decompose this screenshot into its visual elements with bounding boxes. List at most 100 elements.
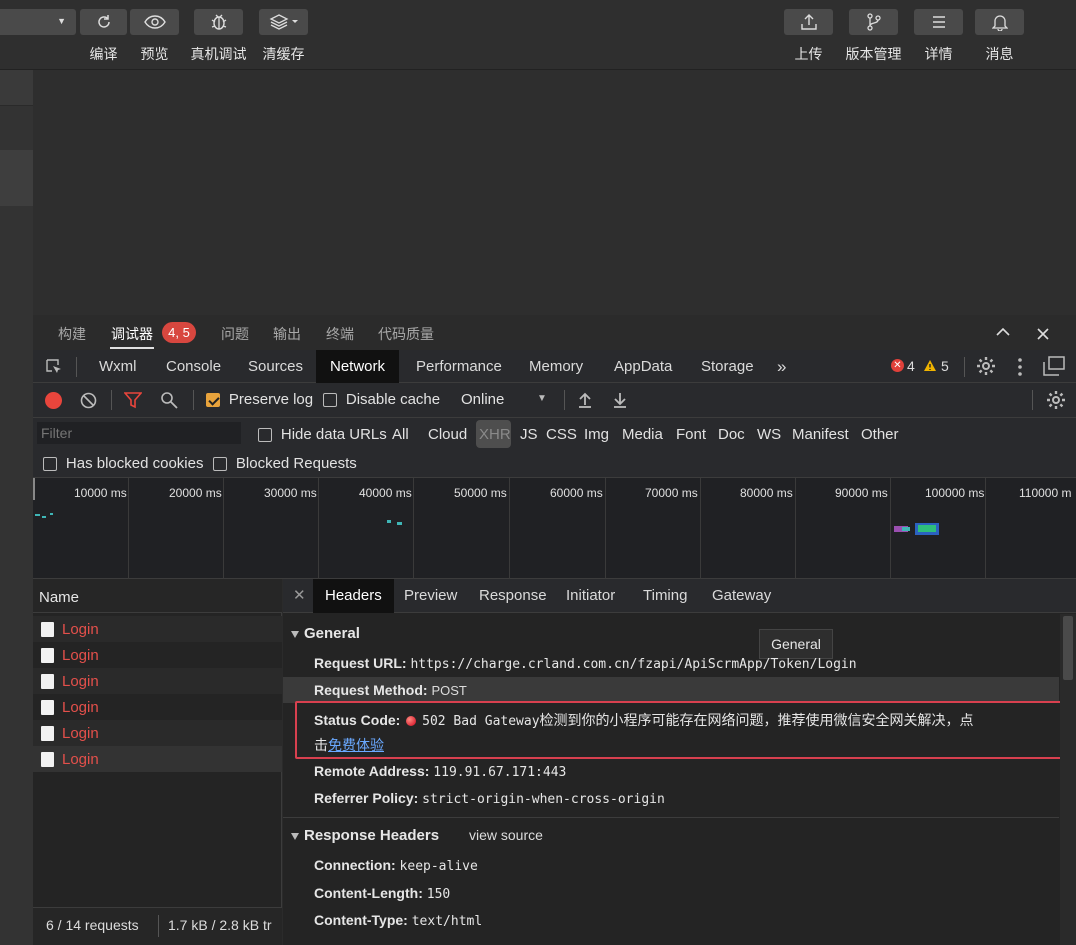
throttling-select[interactable]: Online <box>461 391 504 408</box>
network-settings-gear-icon[interactable] <box>1046 390 1066 410</box>
filter-input[interactable] <box>37 422 241 444</box>
name-column-header[interactable]: Name <box>39 589 79 606</box>
tab-timing[interactable]: Timing <box>643 579 687 613</box>
filter-type-manifest[interactable]: Manifest <box>792 426 849 443</box>
request-row[interactable]: Login <box>33 668 282 694</box>
error-count[interactable]: 4 <box>907 358 915 374</box>
tab-wxml[interactable]: Wxml <box>95 350 141 383</box>
document-icon <box>41 751 54 767</box>
filter-type-cloud[interactable]: Cloud <box>428 426 467 443</box>
preserve-log-checkbox[interactable]: Preserve log <box>206 391 313 408</box>
filter-type-xhr[interactable]: XHR <box>479 426 511 443</box>
blocked-requests-label: Blocked Requests <box>235 455 357 472</box>
tab-console[interactable]: Console <box>162 350 225 383</box>
tab-sources[interactable]: Sources <box>244 350 307 383</box>
filter-type-js[interactable]: JS <box>520 426 538 443</box>
request-row[interactable]: Login <box>33 642 282 668</box>
import-har-icon[interactable] <box>577 391 593 409</box>
filter-type-doc[interactable]: Doc <box>718 426 745 443</box>
upload-icon <box>800 14 817 30</box>
tab-appdata[interactable]: AppData <box>610 350 676 383</box>
more-tabs-button[interactable]: » <box>773 350 790 383</box>
settings-gear-icon[interactable] <box>976 356 996 376</box>
clear-cache-button[interactable] <box>259 9 308 35</box>
close-icon[interactable] <box>1036 327 1050 341</box>
filter-type-img[interactable]: Img <box>584 426 609 443</box>
chevron-up-icon[interactable] <box>995 326 1011 338</box>
export-har-icon[interactable] <box>612 391 628 409</box>
filter-icon[interactable] <box>124 392 142 409</box>
filter-type-ws[interactable]: WS <box>757 426 781 443</box>
chevron-down-icon[interactable]: ▼ <box>537 393 547 404</box>
scrollbar-thumb[interactable] <box>1063 616 1073 680</box>
disable-cache-checkbox[interactable]: Disable cache <box>323 391 440 408</box>
tab-preview[interactable]: Preview <box>404 579 457 613</box>
timeline-tick: 50000 ms <box>454 486 507 500</box>
blocked-requests-checkbox[interactable]: Blocked Requests <box>213 455 357 472</box>
messages-button[interactable] <box>975 9 1024 35</box>
tab-gateway[interactable]: Gateway <box>712 579 771 613</box>
timeline-tick: 20000 ms <box>169 486 222 500</box>
details-button[interactable] <box>914 9 963 35</box>
sidebar-section[interactable] <box>0 150 33 206</box>
tab-build[interactable]: 构建 <box>58 324 86 344</box>
compile-button[interactable] <box>80 9 127 35</box>
request-row[interactable]: Login <box>33 616 282 642</box>
request-count: 6 / 14 requests <box>46 917 139 933</box>
checkbox-unchecked[interactable] <box>258 428 272 443</box>
mode-select[interactable]: ▼ <box>0 9 76 35</box>
filter-type-font[interactable]: Font <box>676 426 706 443</box>
search-icon[interactable] <box>160 391 178 409</box>
tab-code-quality[interactable]: 代码质量 <box>378 324 434 344</box>
version-button[interactable] <box>849 9 898 35</box>
clear-icon[interactable] <box>80 392 97 409</box>
request-list-footer: 6 / 14 requests 1.7 kB / 2.8 kB tr <box>33 907 282 945</box>
remote-debug-button[interactable] <box>194 9 243 35</box>
tab-memory[interactable]: Memory <box>525 350 587 383</box>
inspect-element-icon[interactable] <box>45 358 63 376</box>
tab-response[interactable]: Response <box>479 579 547 613</box>
record-icon[interactable] <box>45 392 62 409</box>
request-row[interactable]: Login <box>33 720 282 746</box>
detail-scrollbar[interactable] <box>1060 614 1076 945</box>
checkbox-checked[interactable] <box>206 393 220 408</box>
tab-output[interactable]: 输出 <box>273 324 301 344</box>
tab-debugger[interactable]: 调试器 <box>111 324 153 344</box>
filter-type-other[interactable]: Other <box>861 426 899 443</box>
close-detail-icon[interactable]: ✕ <box>293 586 306 604</box>
tab-storage[interactable]: Storage <box>697 350 758 383</box>
details-label: 详情 <box>924 46 953 62</box>
view-source-link[interactable]: view source <box>469 827 543 843</box>
more-vertical-icon[interactable] <box>1017 357 1023 377</box>
document-icon <box>41 647 54 663</box>
has-blocked-cookies-checkbox[interactable]: Has blocked cookies <box>43 455 203 472</box>
upload-button[interactable] <box>784 9 833 35</box>
tab-headers[interactable]: Headers <box>313 579 394 613</box>
response-headers-toggle[interactable]: Response Headers <box>291 827 439 844</box>
tab-problems[interactable]: 问题 <box>221 324 249 344</box>
layers-icon <box>269 14 298 30</box>
checkbox-unchecked[interactable] <box>323 393 337 408</box>
filter-type-media[interactable]: Media <box>622 426 663 443</box>
network-overview-timeline[interactable]: 10000 ms 20000 ms 30000 ms 40000 ms 5000… <box>33 478 1076 579</box>
request-row-selected[interactable]: Login <box>33 746 282 772</box>
request-row[interactable]: Login <box>33 694 282 720</box>
tab-terminal[interactable]: 终端 <box>326 324 354 344</box>
content-length-value: 150 <box>426 887 451 902</box>
tab-network[interactable]: Network <box>316 350 400 383</box>
tab-performance[interactable]: Performance <box>412 350 506 383</box>
sidebar-section[interactable] <box>0 70 33 106</box>
filter-type-all[interactable]: All <box>392 426 409 443</box>
hide-data-urls-checkbox[interactable]: Hide data URLs <box>258 426 387 443</box>
warning-count[interactable]: 5 <box>941 358 949 374</box>
request-method-key: Request Method: <box>314 682 428 698</box>
filter-type-css[interactable]: CSS <box>546 426 577 443</box>
general-section-toggle[interactable]: General <box>291 625 360 642</box>
undock-icon[interactable] <box>1043 356 1065 376</box>
preview-button[interactable] <box>130 9 179 35</box>
free-trial-link[interactable]: 免费体验 <box>328 737 384 753</box>
messages-label: 消息 <box>985 46 1014 62</box>
tab-initiator[interactable]: Initiator <box>566 579 615 613</box>
checkbox-unchecked[interactable] <box>213 457 227 472</box>
checkbox-unchecked[interactable] <box>43 457 57 472</box>
